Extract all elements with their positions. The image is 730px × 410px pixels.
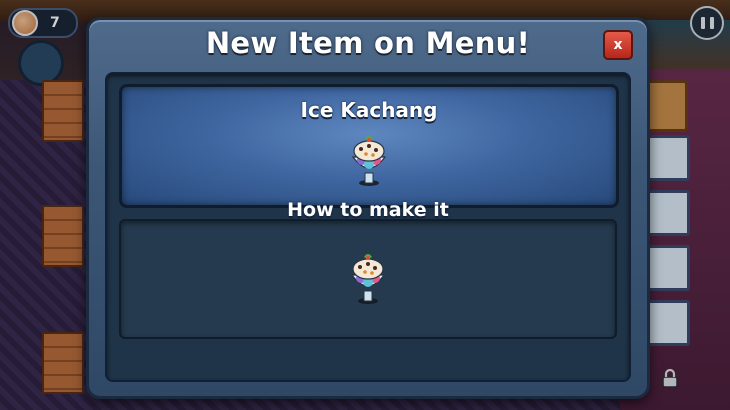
how-to-make-panel	[119, 219, 617, 339]
new-item-panel: Ice Kachang	[119, 84, 619, 208]
how-to-make-label: How to make it	[287, 199, 449, 221]
ice-kachang-dessert-icon	[351, 136, 387, 186]
dialog-title: New Item on Menu!	[205, 26, 531, 60]
close-icon: x	[613, 37, 623, 53]
close-button[interactable]: x	[603, 30, 633, 60]
item-name: Ice Kachang	[300, 98, 438, 122]
ice-kachang-dessert-icon	[350, 254, 386, 304]
new-item-dialog: New Item on Menu! x Ice Kachang How to m…	[86, 17, 650, 399]
dialog-content: Ice Kachang How to make it	[105, 72, 631, 382]
